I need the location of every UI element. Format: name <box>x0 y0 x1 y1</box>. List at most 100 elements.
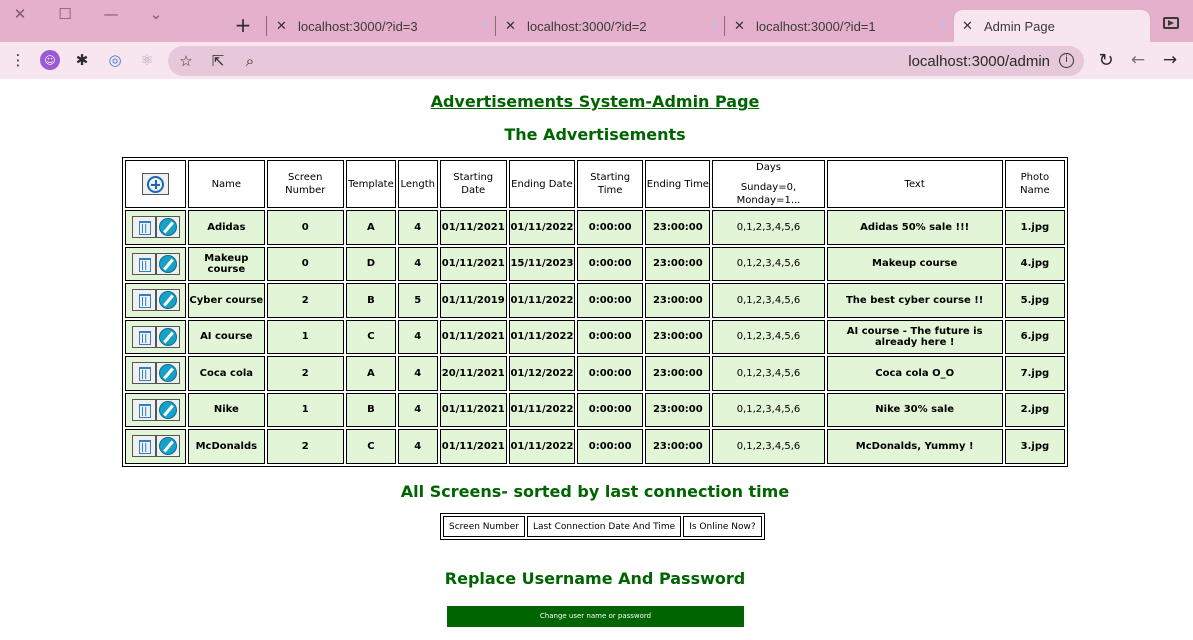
length-cell: 4 <box>397 429 438 464</box>
tab-search-chevron-icon[interactable]: ⌄ <box>144 5 168 23</box>
text-cell: AI course - The future is already here ! <box>826 319 1003 354</box>
col-name-cell: McDonalds <box>188 429 265 464</box>
edit-button[interactable] <box>155 398 180 421</box>
screen-number-cell: 2 <box>266 356 344 391</box>
col-ending-time: Ending Time <box>645 160 711 208</box>
close-window-icon[interactable]: ✕ <box>8 5 32 23</box>
edit-button[interactable] <box>155 252 180 275</box>
ending-date-cell: 01/11/2022 <box>508 392 576 427</box>
ending-time-cell: 23:00:00 <box>645 392 711 427</box>
tab-id-2[interactable]: ✕ localhost:3000/?id=2 <box>505 10 715 42</box>
tab-title: localhost:3000/?id=3 <box>298 18 418 34</box>
edit-button[interactable] <box>155 362 180 385</box>
pencil-icon <box>158 291 177 310</box>
trash-icon <box>138 367 151 382</box>
forward-arrow-icon[interactable]: → <box>1160 50 1180 70</box>
menu-kebab-icon[interactable]: ⋮ <box>8 50 28 70</box>
table-header-row: Name Screen Number Template Length Start… <box>125 160 1065 208</box>
ending-date-cell: 01/12/2022 <box>508 356 576 391</box>
edit-button[interactable] <box>155 435 180 458</box>
tab-admin-page[interactable]: ✕ Admin Page <box>954 10 1150 42</box>
screens-table: Screen Number Last Connection Date And T… <box>440 513 765 540</box>
minimize-icon[interactable]: — <box>99 5 123 23</box>
col-starting-time: Starting Time <box>577 160 644 208</box>
text-cell: Coca cola O_O <box>826 356 1003 391</box>
days-cell: 0,1,2,3,4,5,6 <box>712 356 825 391</box>
page-title: Advertisements System-Admin Page <box>430 92 760 111</box>
starting-time-cell: 0:00:00 <box>577 246 644 281</box>
pencil-icon <box>158 437 177 456</box>
ending-time-cell: 23:00:00 <box>645 429 711 464</box>
close-tab-icon[interactable]: ✕ <box>505 19 521 34</box>
maximize-icon[interactable]: ☐ <box>53 5 77 23</box>
photo-name-cell: 4.jpg <box>1004 246 1065 281</box>
col-days: Days Sunday=0, Monday=1... <box>712 160 825 208</box>
days-cell: 0,1,2,3,4,5,6 <box>712 210 825 245</box>
plus-circle-icon <box>147 176 165 193</box>
site-info-icon[interactable]: i <box>1059 53 1074 68</box>
edit-button[interactable] <box>155 289 180 312</box>
trash-icon <box>138 257 151 272</box>
table-row: Coca cola 2 A 4 20/11/2021 01/12/2022 0:00:00 2… <box>125 356 1065 391</box>
close-tab-icon[interactable]: ✕ <box>276 19 292 34</box>
row-actions <box>131 362 180 385</box>
row-actions <box>131 398 180 421</box>
search-icon[interactable]: ⌕ <box>240 51 260 71</box>
length-cell: 5 <box>397 283 438 318</box>
delete-button[interactable] <box>131 289 156 312</box>
days-cell: 0,1,2,3,4,5,6 <box>712 392 825 427</box>
ending-time-cell: 23:00:00 <box>645 246 711 281</box>
starting-time-cell: 0:00:00 <box>577 210 644 245</box>
loading-spinner-icon <box>484 17 500 33</box>
media-cast-icon[interactable] <box>1163 17 1179 29</box>
url-text[interactable]: localhost:3000/admin <box>908 53 1050 70</box>
reload-icon[interactable]: ↻ <box>1096 50 1116 71</box>
text-cell: The best cyber course !! <box>826 283 1003 318</box>
delete-button[interactable] <box>131 325 156 348</box>
delete-button[interactable] <box>131 435 156 458</box>
col-name-cell: AI course <box>188 319 265 354</box>
row-actions <box>131 252 180 275</box>
delete-button[interactable] <box>131 252 156 275</box>
screen-number-cell: 2 <box>266 283 344 318</box>
trash-icon <box>138 403 151 418</box>
address-bar[interactable]: ☆ ⇱ ⌕ localhost:3000/admin i <box>168 46 1084 76</box>
profile-avatar-icon[interactable]: ☺ <box>40 50 60 70</box>
table-row: AI course 1 C 4 01/11/2021 01/11/2022 0:00:00 2… <box>125 319 1065 354</box>
template-cell: D <box>345 246 396 281</box>
starting-date-cell: 20/11/2021 <box>439 356 507 391</box>
ending-time-cell: 23:00:00 <box>645 356 711 391</box>
tab-id-1[interactable]: ✕ localhost:3000/?id=1 <box>734 10 944 42</box>
row-actions-cell <box>125 429 187 464</box>
delete-button[interactable] <box>131 216 156 239</box>
extension-icon[interactable]: ◎ <box>105 50 125 70</box>
length-cell: 4 <box>397 356 438 391</box>
col-name-cell: Cyber course <box>188 283 265 318</box>
send-tab-icon[interactable]: ⇱ <box>208 51 228 71</box>
delete-button[interactable] <box>131 398 156 421</box>
row-actions-cell <box>125 210 187 245</box>
change-credentials-button[interactable]: Change user name or password <box>447 606 744 627</box>
react-devtools-icon[interactable]: ⚛ <box>137 50 157 70</box>
days-cell: 0,1,2,3,4,5,6 <box>712 429 825 464</box>
row-actions <box>131 435 180 458</box>
delete-button[interactable] <box>131 362 156 385</box>
edit-button[interactable] <box>155 325 180 348</box>
close-tab-icon[interactable]: ✕ <box>962 19 978 34</box>
length-cell: 4 <box>397 392 438 427</box>
ending-date-cell: 01/11/2022 <box>508 283 576 318</box>
edit-button[interactable] <box>155 216 180 239</box>
col-last-connection: Last Connection Date And Time <box>526 516 682 537</box>
photo-name-cell: 1.jpg <box>1004 210 1065 245</box>
tab-strip: ✕ ☐ — ⌄ + ✕ localhost:3000/?id=3 ✕ local… <box>0 0 1193 42</box>
add-ad-button[interactable] <box>142 173 170 195</box>
table-row: Nike 1 B 4 01/11/2021 01/11/2022 0:00:00 23:00:… <box>125 392 1065 427</box>
pencil-icon <box>158 254 177 273</box>
close-tab-icon[interactable]: ✕ <box>734 19 750 34</box>
tab-id-3[interactable]: ✕ localhost:3000/?id=3 <box>276 10 486 42</box>
back-arrow-icon[interactable]: ← <box>1128 50 1148 70</box>
photo-name-cell: 2.jpg <box>1004 392 1065 427</box>
extensions-puzzle-icon[interactable]: ✱ <box>72 50 92 70</box>
bookmark-star-icon[interactable]: ☆ <box>176 51 196 71</box>
new-tab-button[interactable]: + <box>232 13 254 37</box>
